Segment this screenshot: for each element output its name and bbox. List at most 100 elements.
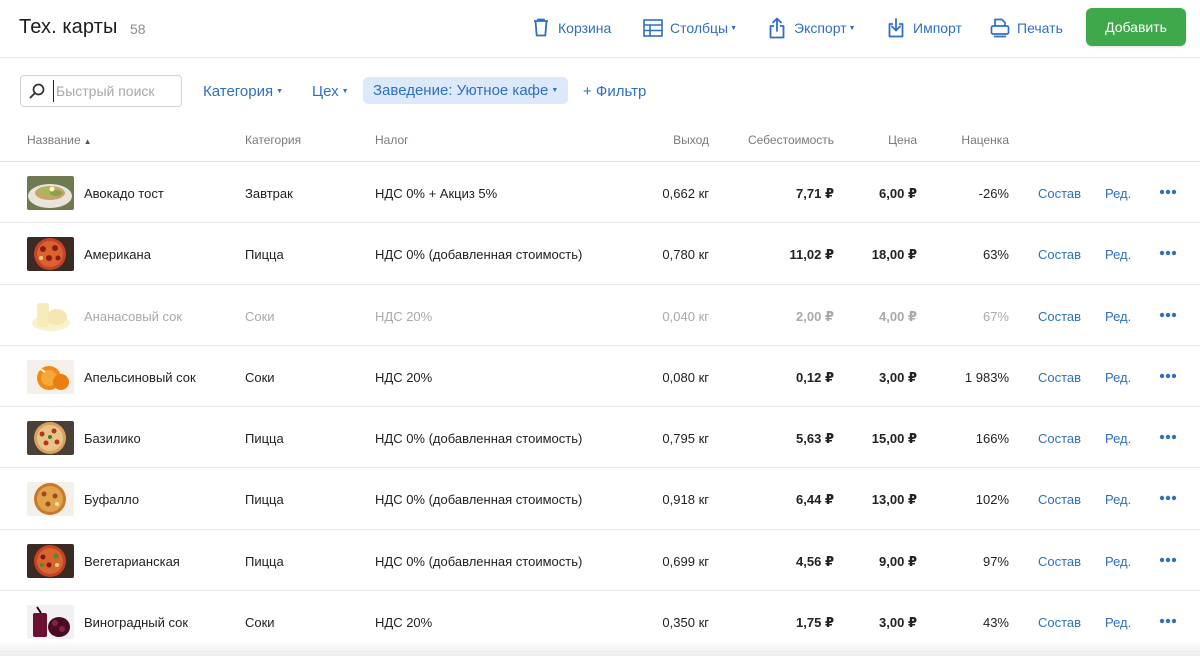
dish-markup: 43% — [982, 615, 1009, 631]
dish-cost: 5,63 ₽ — [796, 431, 834, 447]
dish-price: 13,00 ₽ — [871, 492, 917, 508]
table-row[interactable]: Апельсиновый сок Соки НДС 20% 0,080 кг 0… — [0, 346, 1200, 408]
more-icon[interactable] — [1159, 245, 1177, 261]
compose-link[interactable]: Состав — [1038, 247, 1081, 262]
column-header-name[interactable]: Название ▲ — [27, 133, 92, 147]
table-row[interactable]: Базилико Пицца НДС 0% (добавленная стоим… — [0, 407, 1200, 469]
export-button[interactable]: Экспорт ▼ — [766, 17, 856, 39]
dish-tax: НДС 0% + Акциз 5% — [375, 186, 498, 201]
dish-cost: 4,56 ₽ — [796, 553, 834, 569]
compose-link[interactable]: Состав — [1038, 370, 1081, 385]
chevron-down-icon: ▼ — [551, 87, 559, 94]
export-label: Экспорт — [794, 20, 847, 36]
venue-filter-label: Заведение: Уютное кафе — [373, 82, 549, 99]
more-icon[interactable] — [1159, 368, 1177, 384]
dish-cost: 1,75 ₽ — [796, 615, 834, 631]
table-row[interactable]: Ананасовый сок Соки НДС 20% 0,040 кг 2,0… — [0, 285, 1200, 346]
dish-markup: 67% — [982, 308, 1009, 324]
edit-link[interactable]: Ред. — [1105, 615, 1131, 630]
columns-icon — [642, 17, 664, 39]
column-header-category[interactable]: Категория — [245, 133, 301, 147]
dish-cost: 6,44 ₽ — [796, 492, 834, 508]
dish-name: Вегетарианская — [84, 553, 180, 569]
compose-link[interactable]: Состав — [1038, 492, 1081, 507]
import-button[interactable]: Импорт — [885, 17, 962, 39]
more-icon[interactable] — [1159, 552, 1177, 568]
dish-category: Соки — [245, 615, 275, 631]
column-header-price[interactable]: Цена — [888, 133, 917, 147]
sort-up-icon: ▲ — [83, 137, 92, 146]
dish-cost: 0,12 ₽ — [796, 369, 834, 385]
chevron-down-icon: ▼ — [730, 24, 738, 32]
dish-price: 3,00 ₽ — [879, 615, 917, 631]
category-filter[interactable]: Категория ▼ — [203, 78, 283, 104]
dish-tax: НДС 0% (добавленная стоимость) — [375, 492, 583, 508]
dish-photo — [27, 421, 74, 456]
dish-price: 4,00 ₽ — [879, 308, 917, 324]
dish-price: 9,00 ₽ — [879, 553, 917, 569]
table-row[interactable]: Буфалло Пицца НДС 0% (добавленная стоимо… — [0, 468, 1200, 530]
chevron-down-icon: ▼ — [341, 87, 349, 95]
compose-link[interactable]: Состав — [1038, 186, 1081, 201]
edit-link[interactable]: Ред. — [1105, 431, 1131, 446]
trash-button[interactable]: Корзина — [530, 17, 611, 39]
dish-tax: НДС 20% — [375, 369, 433, 385]
dish-category: Пицца — [245, 553, 284, 569]
dish-name: Ананасовый сок — [84, 308, 183, 324]
chevron-down-icon: ▼ — [848, 24, 856, 32]
edit-link[interactable]: Ред. — [1105, 492, 1131, 507]
table-row[interactable]: Виноградный сок Соки НДС 20% 0,350 кг 1,… — [0, 591, 1200, 653]
table-row[interactable]: Вегетарианская Пицца НДС 0% (добавленная… — [0, 530, 1200, 592]
edit-link[interactable]: Ред. — [1105, 370, 1131, 385]
dish-photo — [27, 605, 74, 640]
more-icon[interactable] — [1159, 184, 1177, 200]
share-icon — [766, 17, 788, 39]
trash-label: Корзина — [558, 20, 612, 36]
column-header-cost[interactable]: Себестоимость — [748, 133, 834, 147]
dish-yield: 0,662 кг — [662, 186, 709, 201]
dish-photo — [27, 359, 74, 394]
printer-icon — [989, 17, 1011, 39]
table-header: Название ▲ Категория Налог Выход Себестои… — [0, 122, 1200, 162]
dish-category: Пицца — [245, 247, 284, 263]
more-icon[interactable] — [1159, 490, 1177, 506]
dish-yield: 0,795 кг — [662, 431, 709, 447]
print-button[interactable]: Печать — [989, 17, 1063, 39]
download-icon — [885, 17, 907, 39]
edit-link[interactable]: Ред. — [1105, 247, 1131, 262]
column-header-markup[interactable]: Наценка — [961, 133, 1009, 147]
more-icon[interactable] — [1159, 429, 1177, 445]
add-button[interactable]: Добавить — [1086, 8, 1186, 46]
table-row[interactable]: Американа Пицца НДС 0% (добавленная стои… — [0, 223, 1200, 285]
dish-photo — [27, 237, 74, 272]
more-icon[interactable] — [1159, 307, 1177, 323]
column-header-yield[interactable]: Выход — [673, 133, 709, 147]
dish-tax: НДС 20% — [375, 615, 433, 631]
more-icon[interactable] — [1159, 613, 1177, 629]
item-count: 58 — [130, 21, 146, 37]
workshop-filter[interactable]: Цех ▼ — [312, 78, 349, 104]
compose-link[interactable]: Состав — [1038, 554, 1081, 569]
compose-link[interactable]: Состав — [1038, 309, 1081, 324]
dish-yield: 0,918 кг — [662, 492, 709, 508]
dish-photo — [27, 176, 74, 210]
edit-link[interactable]: Ред. — [1105, 309, 1131, 324]
columns-button[interactable]: Столбцы ▼ — [642, 17, 737, 39]
dish-tax: НДС 0% (добавленная стоимость) — [375, 247, 583, 263]
venue-filter[interactable]: Заведение: Уютное кафе ▼ — [363, 77, 569, 104]
dish-yield: 0,699 кг — [662, 553, 709, 569]
edit-link[interactable]: Ред. — [1105, 554, 1131, 569]
column-header-tax[interactable]: Налог — [375, 133, 409, 147]
table-row[interactable]: Авокадо тост Завтрак НДС 0% + Акциз 5% 0… — [0, 162, 1200, 224]
edit-link[interactable]: Ред. — [1105, 186, 1131, 201]
dish-price: 3,00 ₽ — [879, 369, 917, 385]
dish-price: 15,00 ₽ — [871, 431, 917, 447]
dish-markup: 97% — [982, 553, 1009, 569]
chevron-down-icon: ▼ — [276, 87, 284, 95]
dish-photo — [27, 543, 74, 578]
dish-markup: -26% — [978, 186, 1009, 201]
compose-link[interactable]: Состав — [1038, 615, 1081, 630]
add-filter-button[interactable]: + Фильтр — [583, 78, 646, 104]
search-input[interactable] — [53, 80, 178, 102]
compose-link[interactable]: Состав — [1038, 431, 1081, 446]
